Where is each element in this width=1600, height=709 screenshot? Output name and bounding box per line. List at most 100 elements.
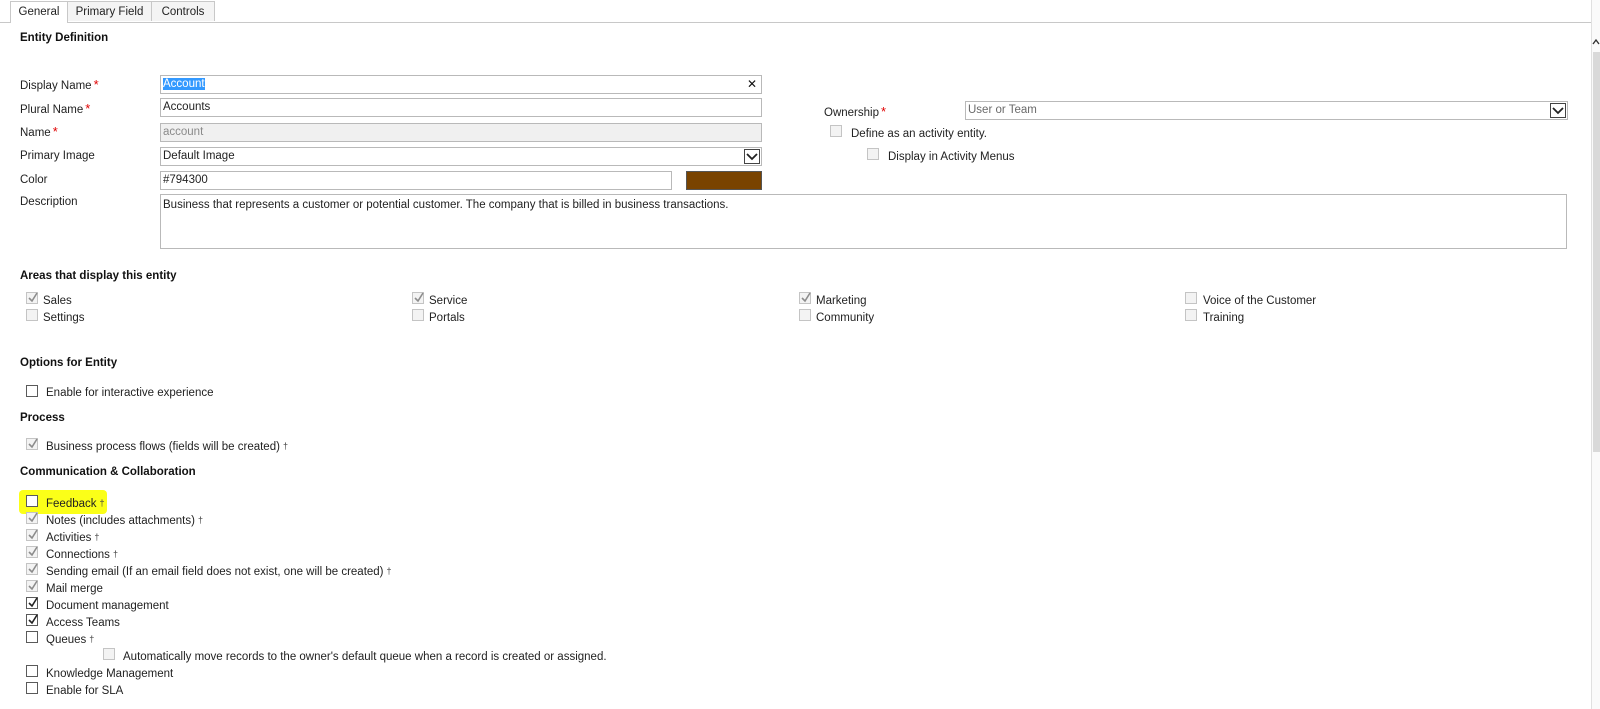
display-name-label: Display Name * <box>20 77 99 92</box>
primary-image-select[interactable]: Default Image <box>160 147 762 166</box>
area-service-label: Service <box>429 295 468 307</box>
enable-sla-label-text: Enable for SLA <box>46 685 124 697</box>
mail-merge-checkbox <box>26 580 38 592</box>
ownership-select: User or Team <box>965 101 1568 120</box>
checkmark-icon <box>801 292 811 303</box>
plural-name-label-text: Plural Name <box>20 104 84 116</box>
auto-move-queue-label: Automatically move records to the owner'… <box>123 651 607 663</box>
checkmark-icon <box>28 563 38 574</box>
area-portals-checkbox <box>412 309 424 321</box>
entity-definition-heading: Entity Definition <box>20 32 109 44</box>
color-swatch[interactable] <box>686 171 762 190</box>
sending-email-label-text: Sending email (If an email field does no… <box>46 566 384 578</box>
display-activity-menus-checkbox <box>867 148 879 160</box>
queues-label: Queues † <box>46 634 94 646</box>
tab-primary-field[interactable]: Primary Field <box>67 1 152 21</box>
color-label: Color <box>20 174 48 186</box>
chevron-down-icon[interactable] <box>744 149 760 164</box>
define-activity-checkbox <box>830 125 842 137</box>
color-input[interactable]: #794300 <box>160 171 672 190</box>
knowledge-management-label: Knowledge Management <box>46 668 173 680</box>
required-mark: * <box>880 104 887 119</box>
area-settings-checkbox <box>26 309 38 321</box>
area-voice-checkbox <box>1185 292 1197 304</box>
area-service-checkbox <box>412 292 424 304</box>
scrollbar-thumb[interactable] <box>1593 52 1600 452</box>
checkmark-icon <box>28 512 38 523</box>
checkmark-icon <box>28 438 38 449</box>
sending-email-checkbox <box>26 563 38 575</box>
connections-label: Connections † <box>46 549 118 561</box>
checkmark-icon <box>28 597 38 608</box>
area-portals-label: Portals <box>429 312 465 324</box>
feedback-checkbox[interactable] <box>26 495 38 507</box>
plural-name-label: Plural Name * <box>20 101 90 116</box>
process-heading: Process <box>20 412 65 424</box>
area-voice-label: Voice of the Customer <box>1203 295 1317 307</box>
dagger-mark: † <box>112 549 118 559</box>
area-community-checkbox <box>799 309 811 321</box>
bpf-label: Business process flows (fields will be c… <box>46 441 288 453</box>
notes-checkbox <box>26 512 38 524</box>
auto-move-queue-checkbox <box>103 648 115 660</box>
feedback-label: Feedback † <box>46 498 105 510</box>
notes-label: Notes (includes attachments) † <box>46 515 203 527</box>
display-name-label-text: Display Name <box>20 80 92 92</box>
tab-bar: General Primary Field Controls <box>0 0 1600 23</box>
enable-sla-checkbox[interactable] <box>26 682 38 694</box>
ownership-label: Ownership * <box>824 104 886 119</box>
queues-checkbox[interactable] <box>26 631 38 643</box>
define-activity-label: Define as an activity entity. <box>851 128 987 140</box>
activities-label-text: Activities <box>46 532 92 544</box>
description-textarea[interactable]: Business that represents a customer or p… <box>160 194 1567 249</box>
checkmark-icon <box>414 292 424 303</box>
area-sales-label: Sales <box>43 295 72 307</box>
tab-general[interactable]: General <box>10 1 68 23</box>
connections-checkbox <box>26 546 38 558</box>
feedback-label-text: Feedback <box>46 498 97 510</box>
access-teams-label: Access Teams <box>46 617 120 629</box>
vertical-scrollbar[interactable] <box>1591 0 1600 709</box>
area-training-label: Training <box>1203 312 1245 324</box>
area-marketing-label: Marketing <box>816 295 867 307</box>
dagger-mark: † <box>282 441 288 451</box>
area-training-checkbox <box>1185 309 1197 321</box>
knowledge-management-label-text: Knowledge Management <box>46 668 174 680</box>
name-input: account <box>160 123 762 142</box>
primary-image-value: Default Image <box>163 150 235 162</box>
display-activity-menus-label: Display in Activity Menus <box>888 151 1015 163</box>
mail-merge-label: Mail merge <box>46 583 103 595</box>
checkmark-icon <box>28 580 38 591</box>
primary-image-label: Primary Image <box>20 150 95 162</box>
access-teams-checkbox[interactable] <box>26 614 38 626</box>
plural-name-input[interactable]: Accounts <box>160 98 762 117</box>
display-name-input[interactable]: Account ✕ <box>160 75 762 94</box>
clear-icon[interactable]: ✕ <box>747 76 757 93</box>
mail-merge-label-text: Mail merge <box>46 583 103 595</box>
dagger-mark: † <box>99 498 105 508</box>
access-teams-label-text: Access Teams <box>46 617 120 629</box>
tab-controls[interactable]: Controls <box>151 1 215 21</box>
document-management-label: Document management <box>46 600 169 612</box>
knowledge-management-checkbox[interactable] <box>26 665 38 677</box>
dagger-mark: † <box>386 566 392 576</box>
required-mark: * <box>93 77 99 92</box>
checkmark-icon <box>28 546 38 557</box>
areas-heading: Areas that display this entity <box>20 270 177 282</box>
display-name-value: Account <box>163 78 205 90</box>
connections-label-text: Connections <box>46 549 110 561</box>
checkmark-icon <box>28 292 38 303</box>
options-heading: Options for Entity <box>20 357 118 369</box>
required-mark: * <box>85 101 91 116</box>
queues-label-text: Queues <box>46 634 87 646</box>
bpf-checkbox <box>26 438 38 450</box>
checkmark-icon <box>28 614 38 625</box>
interactive-checkbox[interactable] <box>26 385 38 397</box>
document-management-checkbox[interactable] <box>26 597 38 609</box>
description-label: Description <box>20 196 78 208</box>
ownership-value: User or Team <box>968 104 1037 116</box>
document-management-label-text: Document management <box>46 600 169 612</box>
sending-email-label: Sending email (If an email field does no… <box>46 566 392 578</box>
scroll-up-icon[interactable] <box>1592 35 1600 49</box>
name-label: Name * <box>20 124 58 139</box>
